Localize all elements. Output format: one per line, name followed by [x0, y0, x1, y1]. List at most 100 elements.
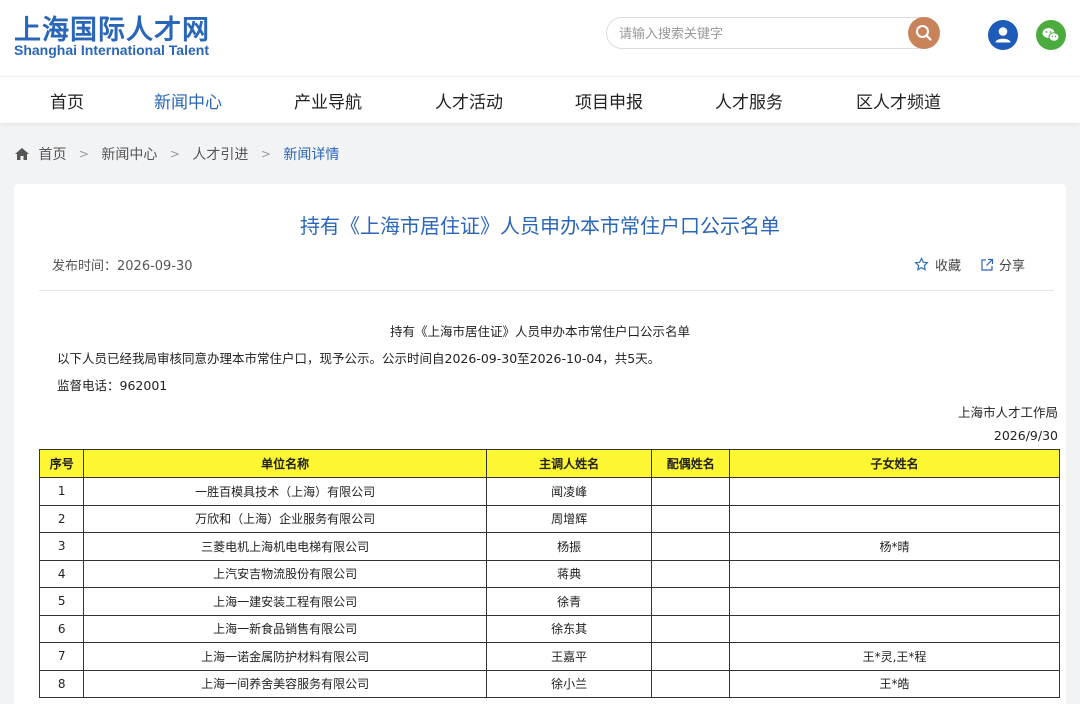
search-button[interactable]: [908, 17, 940, 49]
wechat-icon: [1042, 28, 1060, 42]
header-index: 序号: [38, 449, 85, 478]
chevron-right-icon: >: [78, 147, 89, 161]
table-row: 7 上海一诺金属防护材料有限公司 王嘉平 王*灵,王*程: [38, 642, 1060, 671]
table-row: 3 三菱电机上海机电电梯有限公司 杨振 杨*晴: [38, 532, 1060, 561]
phone-label: 监督电话：: [57, 378, 120, 393]
cell-main: 徐青: [485, 587, 653, 616]
table-row: 5 上海一建安装工程有限公司 徐青: [38, 587, 1060, 616]
table-row: 1 一胜百模具技术（上海）有限公司 闻凌峰: [38, 477, 1060, 506]
cell-children: [729, 504, 1060, 533]
search-input[interactable]: [617, 23, 901, 45]
cell-index: 2: [38, 504, 85, 533]
publish-label: 发布时间：: [52, 259, 118, 274]
cell-unit: 上海一诺金属防护材料有限公司: [83, 642, 487, 671]
document-intro: 以下人员已经我局审核同意办理本市常住户口，现予公示。公示时间自2026-09-3…: [57, 351, 661, 366]
cell-children: 杨*晴: [729, 532, 1060, 561]
search-box: [606, 17, 940, 49]
cell-unit: 一胜百模具技术（上海）有限公司: [83, 477, 487, 506]
nav-item-industry[interactable]: 产业导航: [294, 88, 362, 113]
cell-spouse: [651, 559, 731, 588]
cell-main: 周增辉: [485, 504, 653, 533]
nav-item-projects[interactable]: 项目申报: [575, 88, 643, 113]
cell-main: 王嘉平: [485, 642, 653, 671]
user-button[interactable]: [988, 20, 1018, 50]
favorite-button[interactable]: 收藏: [914, 255, 961, 274]
nav-item-district[interactable]: 区人才频道: [856, 88, 941, 113]
share-label: 分享: [999, 259, 1026, 274]
cell-main: 闻凌峰: [485, 477, 653, 506]
breadcrumb: 首页 > 新闻中心 > 人才引进 > 新闻详情: [14, 144, 339, 164]
cell-main: 徐小兰: [485, 669, 653, 698]
table-row: 2 万欣和（上海）企业服务有限公司 周增辉: [38, 504, 1060, 533]
cell-children: 王*灵,王*程: [729, 642, 1060, 671]
star-icon: [914, 257, 929, 271]
search-icon: [916, 25, 932, 41]
nav-item-news[interactable]: 新闻中心: [154, 88, 222, 113]
header-spouse: 配偶姓名: [651, 449, 731, 478]
cell-index: 7: [38, 642, 85, 671]
header-main: 主调人姓名: [485, 449, 653, 478]
article-title: 持有《上海市居住证》人员申办本市常住户口公示名单: [300, 214, 780, 238]
nav-item-events[interactable]: 人才活动: [435, 88, 503, 113]
cell-main: 徐东其: [485, 614, 653, 643]
cell-index: 1: [38, 477, 85, 506]
favorite-label: 收藏: [935, 259, 962, 274]
cell-unit: 上海一建安装工程有限公司: [83, 587, 487, 616]
user-icon: [995, 27, 1011, 43]
document-date: 2026/9/30: [993, 428, 1058, 443]
cell-spouse: [651, 642, 731, 671]
publish-meta: 发布时间：2026-09-30: [52, 255, 193, 274]
table-row: 4 上汽安吉物流股份有限公司 蒋典: [38, 559, 1060, 588]
cell-index: 6: [38, 614, 85, 643]
main-nav: 首页 新闻中心 产业导航 人才活动 项目申报 人才服务 区人才频道: [0, 76, 1080, 123]
share-icon: [981, 258, 994, 271]
breadcrumb-current: 新闻详情: [283, 147, 340, 163]
cell-children: 王*皓: [729, 669, 1060, 698]
site-header: 上海国际人才网 Shanghai International Talent: [0, 0, 1080, 76]
breadcrumb-home[interactable]: 首页: [38, 144, 66, 164]
phone-number: 962001: [119, 378, 168, 393]
cell-unit: 上海一间养舍美容服务有限公司: [83, 669, 487, 698]
cell-index: 3: [38, 532, 85, 561]
cell-unit: 三菱电机上海机电电梯有限公司: [83, 532, 487, 561]
cell-children: [729, 614, 1060, 643]
site-logo-en[interactable]: Shanghai International Talent: [14, 42, 209, 58]
name-list-table: 序号 单位名称 主调人姓名 配偶姓名 子女姓名 1 一胜百模具技术（上海）有限公…: [38, 449, 1060, 698]
cell-unit: 上海一新食品销售有限公司: [83, 614, 487, 643]
breadcrumb-news[interactable]: 新闻中心: [101, 144, 157, 164]
cell-spouse: [651, 587, 731, 616]
nav-item-home[interactable]: 首页: [50, 88, 84, 113]
cell-spouse: [651, 477, 731, 506]
cell-children: [729, 559, 1060, 588]
breadcrumb-talent[interactable]: 人才引进: [192, 144, 248, 164]
cell-main: 杨振: [485, 532, 653, 561]
share-button[interactable]: 分享: [980, 255, 1025, 274]
table-header-row: 序号 单位名称 主调人姓名 配偶姓名 子女姓名: [38, 449, 1060, 478]
cell-unit: 万欣和（上海）企业服务有限公司: [83, 504, 487, 533]
supervision-phone: 监督电话：962001: [57, 375, 167, 394]
cell-children: [729, 587, 1060, 616]
cell-spouse: [651, 504, 731, 533]
document-title: 持有《上海市居住证》人员申办本市常住户口公示名单: [389, 324, 690, 339]
publish-date: 2026-09-30: [117, 259, 193, 274]
article-card: 持有《上海市居住证》人员申办本市常住户口公示名单 发布时间：2026-09-30…: [14, 184, 1066, 704]
cell-index: 5: [38, 587, 85, 616]
cell-spouse: [651, 614, 731, 643]
divider: [39, 290, 1054, 291]
cell-index: 4: [38, 559, 85, 588]
cell-unit: 上汽安吉物流股份有限公司: [83, 559, 487, 588]
home-icon[interactable]: [14, 147, 34, 161]
chevron-right-icon: >: [260, 147, 271, 161]
table-row: 6 上海一新食品销售有限公司 徐东其: [38, 614, 1060, 643]
issuer: 上海市人才工作局: [957, 405, 1058, 420]
cell-spouse: [651, 669, 731, 698]
wechat-button[interactable]: [1036, 20, 1066, 50]
chevron-right-icon: >: [169, 147, 180, 161]
table-row: 8 上海一间养舍美容服务有限公司 徐小兰 王*皓: [38, 669, 1060, 698]
cell-main: 蒋典: [485, 559, 653, 588]
cell-children: [729, 477, 1060, 506]
nav-item-services[interactable]: 人才服务: [715, 88, 783, 113]
header-unit: 单位名称: [83, 449, 487, 478]
cell-spouse: [651, 532, 731, 561]
cell-index: 8: [38, 669, 85, 698]
